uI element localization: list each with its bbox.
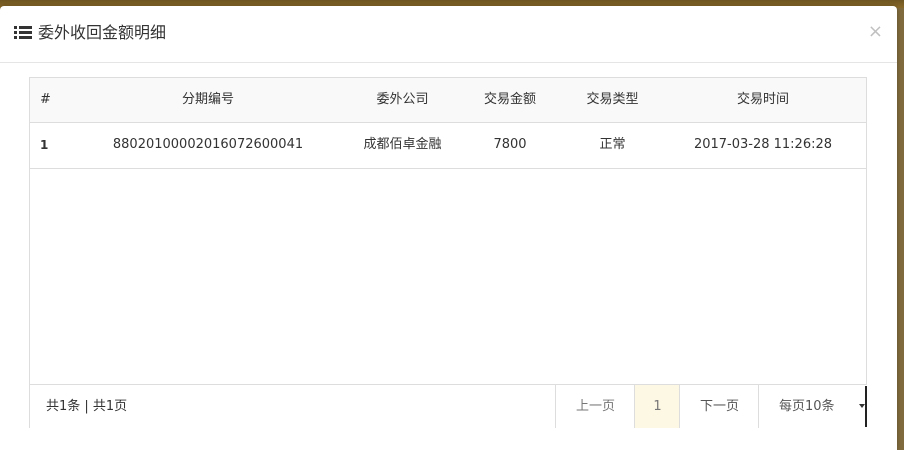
- page-size-select[interactable]: 每页10条: [758, 385, 867, 428]
- table-row[interactable]: 1 88020100002016072600041 成都佰卓金融 7800 正常…: [30, 123, 866, 169]
- header-time: 交易时间: [736, 92, 789, 107]
- row-installment-no: 88020100002016072600041: [112, 137, 304, 152]
- header-amount: 交易金额: [483, 92, 536, 107]
- row-outsource-company: 成都佰卓金融: [363, 137, 442, 152]
- row-time: 2017-03-28 11:26:28: [693, 137, 833, 152]
- page-number-1[interactable]: 1: [634, 385, 680, 428]
- pagination-bar: 共1条 | 共1页 上一页 1 下一页 每页10条: [30, 384, 867, 428]
- list-icon: [14, 26, 32, 40]
- modal-title: 委外收回金额明细: [38, 23, 167, 42]
- prev-page-button[interactable]: 上一页: [555, 385, 635, 428]
- modal-dialog: 委外收回金额明细 × # 分期编号 委外公司 交易金额 交易类型 交易时间 1 …: [0, 6, 897, 450]
- modal-header: 委外收回金额明细 ×: [0, 6, 897, 63]
- header-outsource-company: 委外公司: [376, 92, 429, 107]
- row-type: 正常: [599, 137, 626, 152]
- header-type: 交易类型: [586, 92, 639, 107]
- page-size-label: 每页10条: [779, 399, 835, 414]
- row-amount: 7800: [493, 137, 527, 152]
- table-header: # 分期编号 委外公司 交易金额 交易类型 交易时间: [30, 78, 866, 123]
- close-button[interactable]: ×: [868, 22, 883, 42]
- row-index: 1: [40, 138, 49, 152]
- table-panel: # 分期编号 委外公司 交易金额 交易类型 交易时间 1 88020100002…: [29, 77, 867, 428]
- select-edge: [865, 386, 867, 427]
- next-page-button[interactable]: 下一页: [679, 385, 759, 428]
- header-installment-no: 分期编号: [181, 92, 234, 107]
- header-index: #: [40, 92, 51, 107]
- pagination-summary: 共1条 | 共1页: [46, 399, 128, 414]
